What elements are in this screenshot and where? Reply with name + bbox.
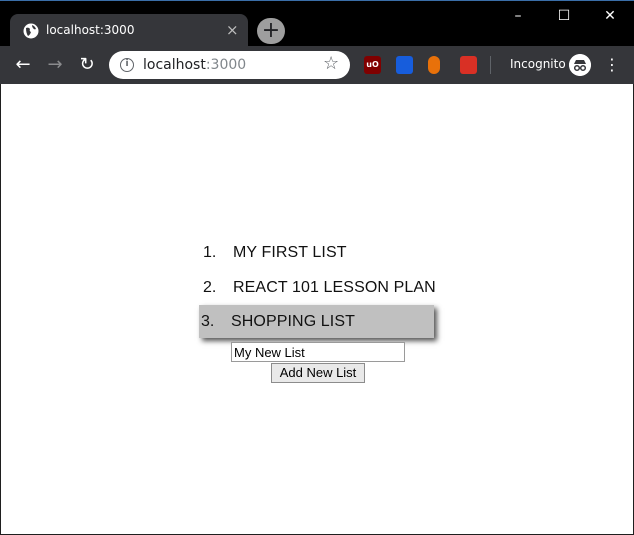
menu-icon[interactable]: ⋮ xyxy=(604,54,620,76)
window-close-icon[interactable]: ✕ xyxy=(598,6,622,26)
forward-icon[interactable]: → xyxy=(43,53,67,77)
url-text[interactable]: localhost:3000 xyxy=(143,57,246,73)
new-tab-button[interactable]: + xyxy=(257,18,285,44)
incognito-icon[interactable] xyxy=(569,54,591,76)
reload-icon[interactable]: ↻ xyxy=(75,53,99,77)
ublock-icon[interactable]: uO xyxy=(364,56,381,74)
tab-title: localhost:3000 xyxy=(46,23,135,37)
list-item-label: MY FIRST LIST xyxy=(233,244,347,261)
globe-icon xyxy=(23,23,39,39)
add-new-list-button[interactable]: Add New List xyxy=(271,363,365,383)
browser-tab[interactable]: localhost:3000 × xyxy=(10,14,248,47)
info-icon[interactable]: i xyxy=(120,58,134,72)
list-item-label: REACT 101 LESSON PLAN xyxy=(233,279,436,296)
list-item-number: 2. xyxy=(203,279,217,296)
browser-titlebar: localhost:3000 × + – ☐ ✕ xyxy=(0,0,634,47)
list-item[interactable]: 1. MY FIRST LIST xyxy=(199,234,439,269)
close-icon[interactable]: × xyxy=(226,21,239,39)
bitwarden-icon[interactable] xyxy=(396,56,413,74)
list-item-number: 3. xyxy=(201,313,215,330)
incognito-label: Incognito xyxy=(510,57,566,71)
bookmark-star-icon[interactable]: ☆ xyxy=(323,53,339,74)
page-viewport: 1. MY FIRST LIST 2. REACT 101 LESSON PLA… xyxy=(0,84,634,535)
new-list-input[interactable] xyxy=(231,342,405,362)
extension-red-icon[interactable] xyxy=(460,56,477,74)
toolbar-divider xyxy=(490,56,491,74)
maximize-icon[interactable]: ☐ xyxy=(552,6,576,26)
extension-orange-icon[interactable] xyxy=(428,56,440,74)
list-item[interactable]: 2. REACT 101 LESSON PLAN xyxy=(199,269,439,304)
back-icon[interactable]: ← xyxy=(11,53,35,77)
address-bar[interactable]: i localhost:3000 ☆ xyxy=(109,51,350,79)
list-item-number: 1. xyxy=(203,244,217,261)
url-port: :3000 xyxy=(205,57,247,73)
list-item-selected[interactable]: 3. SHOPPING LIST xyxy=(199,305,434,338)
browser-toolbar: ← → ↻ i localhost:3000 ☆ uO Incognito ⋮ xyxy=(0,46,634,84)
minimize-icon[interactable]: – xyxy=(506,6,530,26)
list-item-label: SHOPPING LIST xyxy=(231,313,355,330)
url-host: localhost xyxy=(143,57,206,73)
lists-container: 1. MY FIRST LIST 2. REACT 101 LESSON PLA… xyxy=(199,234,439,338)
